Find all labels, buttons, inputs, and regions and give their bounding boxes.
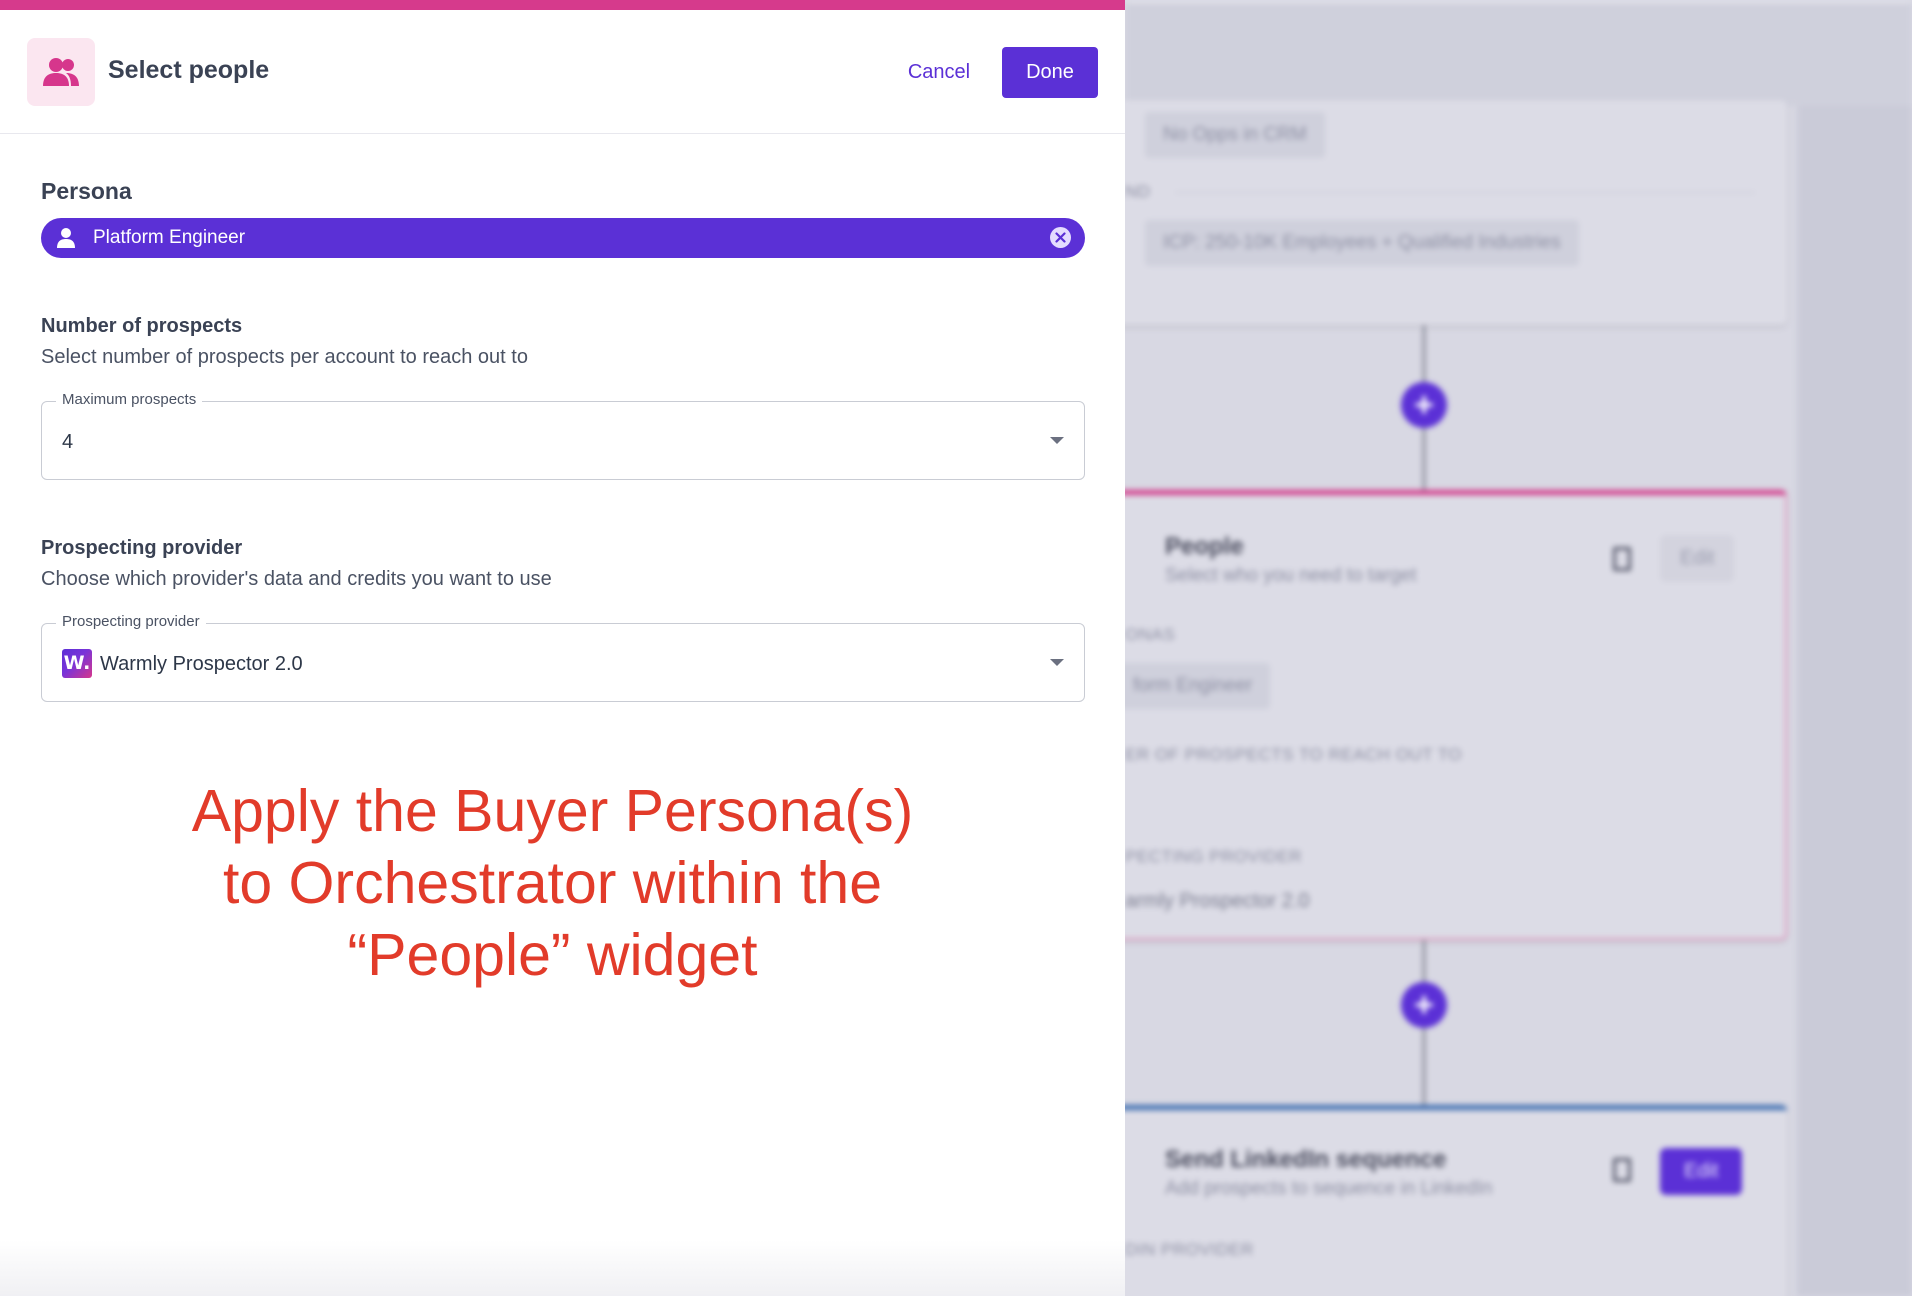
filter-pill-opps: No Opps in CRM [1145, 112, 1325, 158]
filter-pill-icp: ICP: 250-10K Employees + Qualified Indus… [1145, 220, 1579, 266]
cancel-button[interactable]: Cancel [895, 48, 983, 96]
max-prospects-value: 4 [62, 431, 74, 453]
linkedin-card-subtitle: Add prospects to sequence in LinkedIn [1165, 1178, 1493, 1199]
provider-field-label: Prospecting provider [56, 613, 206, 630]
personas-label: ONAS [1125, 625, 1176, 644]
people-card-title: People [1165, 533, 1244, 560]
people-card-subtitle: Select who you need to target [1165, 565, 1417, 586]
provider-value: Warmly Prospector 2.0 [100, 653, 303, 675]
panel-accent-bar [0, 0, 1125, 10]
trash-icon[interactable] [1613, 1158, 1631, 1182]
persona-chip[interactable]: Platform Engineer [41, 218, 1085, 258]
caret-down-icon [1050, 437, 1064, 444]
connector-line [1423, 428, 1425, 490]
provider-select[interactable]: Prospecting provider W. Warmly Prospecto… [41, 613, 1085, 702]
add-step-icon[interactable]: + [1401, 382, 1447, 428]
provider-heading: Prospecting provider [41, 537, 243, 559]
done-button[interactable]: Done [1002, 47, 1098, 98]
persona-chip-label: Platform Engineer [93, 227, 246, 248]
panel-bottom-shadow [0, 1240, 1125, 1296]
linkedin-edit-button[interactable]: Edit [1660, 1148, 1743, 1195]
provider-value: armly Prospector 2.0 [1125, 890, 1310, 912]
workflow-canvas-background: No Opps in CRM ND ICP: 250-10K Employees… [1125, 0, 1912, 1296]
canvas-topbar [1125, 0, 1912, 106]
max-prospects-label: Maximum prospects [56, 391, 203, 408]
person-icon [55, 227, 77, 254]
linkedin-provider-label: DIN PROVIDER [1125, 1240, 1254, 1259]
prospects-heading: Number of prospects [41, 315, 243, 337]
filter-divider [1175, 192, 1755, 193]
clear-icon[interactable] [1050, 227, 1071, 248]
annotation-text: Apply the Buyer Persona(s) to Orchestrat… [130, 775, 975, 991]
warmly-logo-icon: W. [62, 649, 92, 678]
panel-header: Select people Cancel Done [0, 10, 1125, 134]
provider-description: Choose which provider's data and credits… [41, 568, 552, 590]
linkedin-card: Send LinkedIn sequence Add prospects to … [1125, 1105, 1787, 1296]
filter-card: No Opps in CRM ND ICP: 250-10K Employees… [1125, 100, 1787, 325]
canvas-right-strip [1797, 106, 1912, 1296]
provider-label: PECTING PROVIDER [1125, 847, 1303, 866]
panel-title: Select people [108, 56, 270, 84]
annotation-line-3: “People” widget [347, 922, 758, 988]
add-step-icon[interactable]: + [1401, 982, 1447, 1028]
persona-pill: form Engineer [1125, 663, 1271, 709]
prospects-description: Select number of prospects per account t… [41, 346, 528, 368]
trash-icon[interactable] [1613, 547, 1631, 571]
max-prospects-select[interactable]: Maximum prospects 4 [41, 391, 1085, 480]
caret-down-icon [1050, 659, 1064, 666]
connector-line [1423, 1028, 1425, 1105]
filter-connector: ND [1125, 182, 1151, 201]
annotation-line-2: to Orchestrator within the [222, 850, 883, 916]
people-card: People Select who you need to target Edi… [1125, 490, 1787, 940]
people-edit-button[interactable]: Edit [1660, 535, 1735, 582]
annotation-line-1: Apply the Buyer Persona(s) [191, 778, 914, 844]
number-prospects-label: ER OF PROSPECTS TO REACH OUT TO [1125, 745, 1462, 764]
linkedin-card-title: Send LinkedIn sequence [1165, 1146, 1447, 1173]
select-people-panel: Select people Cancel Done Persona Platfo… [0, 0, 1125, 1296]
people-icon [27, 38, 95, 106]
persona-heading: Persona [41, 178, 132, 204]
